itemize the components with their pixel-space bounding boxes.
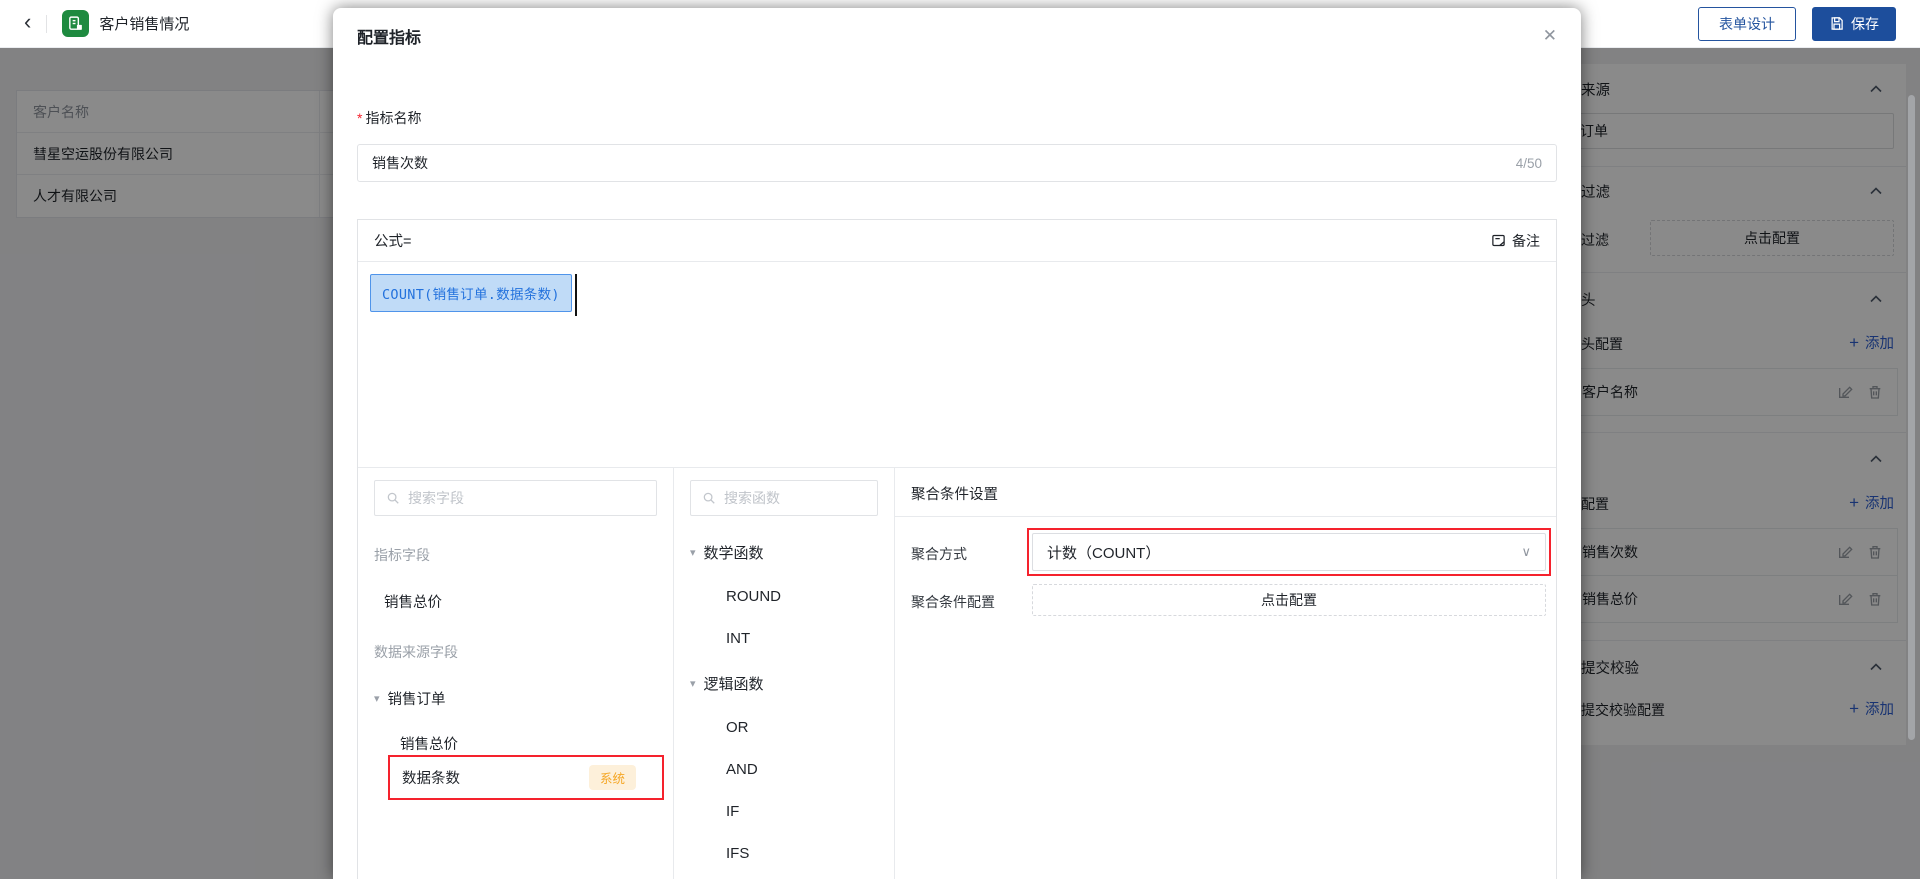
back-icon[interactable]: ‹: [24, 11, 31, 33]
close-icon[interactable]: ✕: [1543, 26, 1557, 46]
caret-down-icon[interactable]: ▾: [690, 677, 696, 690]
save-icon: [1829, 16, 1844, 31]
formula-editor[interactable]: COUNT(销售订单.数据条数): [358, 262, 1556, 467]
math-functions-group[interactable]: ▾ 数学函数: [690, 542, 878, 563]
function-item[interactable]: IF: [690, 803, 878, 820]
metric-name-value: 销售次数: [372, 153, 428, 173]
metric-name-input[interactable]: 销售次数 4/50: [357, 144, 1557, 182]
field-search-placeholder: 搜索字段: [408, 488, 464, 508]
system-badge: 系统: [589, 765, 636, 790]
formula-header: 公式= 备注: [358, 220, 1556, 262]
metric-name-label: *指标名称: [357, 108, 1557, 128]
caret-down-icon[interactable]: ▾: [690, 546, 696, 559]
search-icon: [386, 491, 400, 505]
required-asterisk: *: [357, 110, 362, 126]
aggregation-column: 聚合条件设置 聚合方式 计数（COUNT） ∨ 聚合条件配置 点击配置: [895, 468, 1556, 879]
datasource-fields-section: 数据来源字段: [374, 642, 657, 662]
function-item[interactable]: IFS: [690, 845, 878, 862]
app-window: ‹ 客户销售情况 表单设计 保存 客户名称: [0, 0, 1920, 879]
formula-token[interactable]: COUNT(销售订单.数据条数): [370, 274, 572, 312]
highlight-annotation: 计数（COUNT） ∨: [1027, 528, 1551, 576]
char-counter: 4/50: [1516, 156, 1542, 171]
text-cursor: [575, 274, 577, 316]
field-item[interactable]: 销售总价: [374, 591, 657, 612]
configure-metric-dialog: 配置指标 ✕ *指标名称 销售次数 4/50 公式=: [333, 8, 1581, 879]
function-item[interactable]: AND: [690, 761, 878, 778]
page-title: 客户销售情况: [99, 13, 189, 34]
function-item[interactable]: OR: [690, 719, 878, 736]
note-button[interactable]: 备注: [1491, 231, 1540, 251]
search-icon: [702, 491, 716, 505]
fields-column: 搜索字段 指标字段 销售总价 数据来源字段 ▾ 销售订单 销售总价 数据条数 系…: [358, 468, 674, 879]
chevron-down-icon: ∨: [1521, 544, 1531, 560]
formula-label: 公式=: [374, 230, 411, 251]
function-search-input[interactable]: 搜索函数: [690, 480, 878, 516]
field-search-input[interactable]: 搜索字段: [374, 480, 657, 516]
form-app-icon: [62, 10, 89, 37]
tree-leaf-highlighted[interactable]: 数据条数 系统: [388, 755, 664, 800]
caret-down-icon[interactable]: ▾: [374, 692, 380, 705]
formula-panel: 公式= 备注 COUNT(销售订单.数据条数): [357, 219, 1557, 879]
save-button[interactable]: 保存: [1812, 7, 1896, 41]
dialog-header: 配置指标 ✕: [333, 8, 1581, 64]
agg-condition-config-button[interactable]: 点击配置: [1032, 584, 1546, 616]
function-item[interactable]: ROUND: [690, 588, 878, 605]
function-search-placeholder: 搜索函数: [724, 488, 780, 508]
tree-node-sales-order[interactable]: ▾ 销售订单: [374, 688, 657, 709]
metric-fields-section: 指标字段: [374, 545, 657, 565]
agg-method-label: 聚合方式: [911, 544, 967, 564]
tree-leaf[interactable]: 销售总价: [374, 733, 657, 754]
divider: [46, 15, 47, 33]
logic-functions-group[interactable]: ▾ 逻辑函数: [690, 673, 878, 694]
functions-column: 搜索函数 ▾ 数学函数 ROUND INT ▾ 逻辑函数 OR: [674, 468, 895, 879]
note-icon: [1491, 233, 1506, 248]
function-item[interactable]: INT: [690, 630, 878, 647]
agg-method-select[interactable]: 计数（COUNT） ∨: [1032, 533, 1546, 571]
aggregation-settings-title: 聚合条件设置: [895, 468, 1556, 517]
form-design-button[interactable]: 表单设计: [1698, 7, 1796, 41]
agg-condition-label: 聚合条件配置: [911, 592, 995, 612]
scrollbar[interactable]: [1908, 95, 1915, 740]
dialog-title: 配置指标: [357, 24, 421, 48]
